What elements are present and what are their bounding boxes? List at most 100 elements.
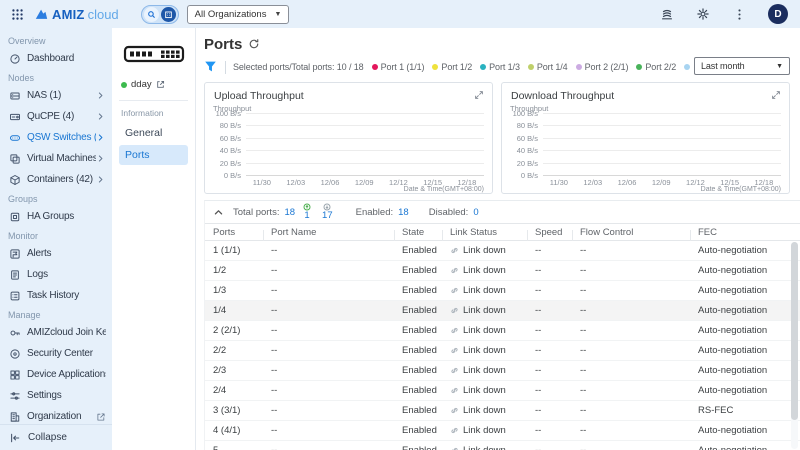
collapse-table-chevron-icon[interactable]	[213, 207, 224, 218]
sidebar-item-organization[interactable]: Organization	[0, 406, 112, 424]
org-selector-dropdown[interactable]: All Organizations ▼	[187, 5, 290, 24]
sidebar-item-label: Security Center	[27, 348, 106, 359]
cell-flow-control: --	[572, 305, 690, 316]
cell-flow-control: --	[572, 285, 690, 296]
link-status-icon	[450, 386, 459, 395]
chevron-right-icon	[96, 154, 106, 164]
cell-port-name: --	[263, 445, 394, 450]
table-row-port-2-2[interactable]: 2/2--EnabledLink down----Auto-negotiatio…	[205, 341, 800, 361]
legend-dot-icon	[372, 64, 378, 70]
nas-icon	[9, 89, 22, 102]
cell-link-status: Link down	[442, 345, 527, 356]
link-status-icon	[450, 366, 459, 375]
chart-plot-area: 100 B/s80 B/s60 B/s40 B/s20 B/s0 B/s	[213, 113, 484, 175]
port-legend-chip-port-1-2[interactable]: Port 1/2	[432, 62, 472, 72]
device-row[interactable]: dday	[119, 79, 188, 90]
sidebar-item-virtual-machines-2[interactable]: Virtual Machines (2)	[0, 148, 112, 169]
refresh-icon[interactable]	[248, 38, 261, 51]
user-avatar[interactable]: D	[768, 4, 788, 24]
cell-flow-control: --	[572, 345, 690, 356]
cell-flow-control: --	[572, 325, 690, 336]
port-legend-chip-port-2-3[interactable]: Port 2/3	[684, 62, 690, 72]
table-row-port-5[interactable]: 5--EnabledLink down----Auto-negotiation	[205, 441, 800, 450]
table-row-port-2-3[interactable]: 2/3--EnabledLink down----Auto-negotiatio…	[205, 361, 800, 381]
cell-ports: 2 (2/1)	[205, 325, 263, 336]
table-row-port-1-2[interactable]: 1/2--EnabledLink down----Auto-negotiatio…	[205, 261, 800, 281]
sidebar-item-alerts[interactable]: Alerts	[0, 243, 112, 264]
port-legend-chip-port-2-2-1[interactable]: Port 2 (2/1)	[576, 62, 629, 72]
org-selector-value: All Organizations	[195, 9, 267, 20]
time-range-dropdown[interactable]: Last month ▼	[694, 57, 790, 75]
page-title: Ports	[204, 36, 242, 53]
expand-chart-icon[interactable]	[771, 90, 781, 100]
sidebar-item-qsw-switches-3[interactable]: QSW Switches (3)	[0, 127, 112, 148]
sidebar-section-monitor: Monitor	[0, 227, 112, 243]
port-legend-chip-port-2-2[interactable]: Port 2/2	[636, 62, 676, 72]
kebab-menu-icon[interactable]	[730, 5, 748, 23]
sidebar-item-label: Containers (42)	[27, 174, 96, 185]
filter-funnel-icon[interactable]	[204, 60, 218, 74]
sidebar-item-label: HA Groups	[27, 211, 106, 222]
sidebar-item-security-center[interactable]: Security Center	[0, 343, 112, 364]
sidebar-collapse-button[interactable]: Collapse	[0, 424, 112, 450]
device-menu-item-ports[interactable]: Ports	[119, 145, 188, 165]
y-tick-label: 100 B/s	[510, 109, 538, 118]
sidebar-item-ha-groups[interactable]: HA Groups	[0, 206, 112, 227]
table-row-port-1-1-1[interactable]: 1 (1/1)--EnabledLink down----Auto-negoti…	[205, 241, 800, 261]
cell-ports: 2/3	[205, 365, 263, 376]
app-launcher-icon[interactable]	[8, 5, 26, 23]
sidebar-item-logs[interactable]: Logs	[0, 264, 112, 285]
top-bar: AMIZcloud All Organizations ▼ D	[0, 0, 800, 28]
cell-fec: Auto-negotiation	[690, 365, 800, 376]
table-scrollbar-thumb[interactable]	[791, 242, 798, 420]
sidebar-item-task-history[interactable]: Task History	[0, 285, 112, 306]
table-row-port-3-3-1[interactable]: 3 (3/1)--EnabledLink down----RS-FEC	[205, 401, 800, 421]
sidebar-item-label: Alerts	[27, 248, 106, 259]
link-status-icon	[450, 306, 459, 315]
table-row-port-2-2-1[interactable]: 2 (2/1)--EnabledLink down----Auto-negoti…	[205, 321, 800, 341]
port-legend-chip-port-1-3[interactable]: Port 1/3	[480, 62, 520, 72]
external-link-icon[interactable]	[156, 80, 165, 89]
link-status-icon	[450, 346, 459, 355]
device-menu-item-general[interactable]: General	[119, 123, 188, 143]
table-row-port-2-4[interactable]: 2/4--EnabledLink down----Auto-negotiatio…	[205, 381, 800, 401]
table-scrollbar-track[interactable]	[791, 242, 798, 449]
settings-gear-icon[interactable]	[694, 5, 712, 23]
search-org-toggle[interactable]	[141, 5, 179, 24]
search-icon[interactable]	[144, 7, 159, 22]
activity-queue-icon[interactable]	[658, 5, 676, 23]
y-tick-label: 60 B/s	[213, 134, 241, 143]
sidebar-item-nas-1[interactable]: NAS (1)	[0, 85, 112, 106]
sidebar-item-containers-42[interactable]: Containers (42)	[0, 169, 112, 190]
link-up-count: 1	[303, 203, 311, 221]
link-status-icon	[450, 406, 459, 415]
amiz-cloud-logo[interactable]: AMIZcloud	[34, 7, 119, 22]
cell-port-name: --	[263, 425, 394, 436]
legend-label: Port 1/2	[441, 62, 472, 72]
port-legend-chip-port-1-1-1[interactable]: Port 1 (1/1)	[372, 62, 425, 72]
sidebar-item-label: Logs	[27, 269, 106, 280]
chart-title: Download Throughput	[511, 90, 614, 102]
cell-speed: --	[527, 305, 572, 316]
table-row-port-4-4-1[interactable]: 4 (4/1)--EnabledLink down----Auto-negoti…	[205, 421, 800, 441]
table-row-port-1-3[interactable]: 1/3--EnabledLink down----Auto-negotiatio…	[205, 281, 800, 301]
sidebar-item-settings[interactable]: Settings	[0, 385, 112, 406]
expand-chart-icon[interactable]	[474, 90, 484, 100]
column-header-link-status: Link Status	[442, 227, 527, 238]
cell-ports: 1 (1/1)	[205, 245, 263, 256]
table-row-port-1-4[interactable]: 1/4--EnabledLink down----Auto-negotiatio…	[205, 301, 800, 321]
sidebar-item-dashboard[interactable]: Dashboard	[0, 48, 112, 69]
link-status-icon	[450, 286, 459, 295]
brand-light: cloud	[88, 7, 119, 22]
cell-port-name: --	[263, 305, 394, 316]
sidebar-item-amizcloud-join-keys[interactable]: AMIZcloud Join Keys	[0, 322, 112, 343]
device-apps-icon	[9, 368, 22, 381]
sidebar-item-device-applications[interactable]: Device Applications	[0, 364, 112, 385]
chart-plot-area: 100 B/s80 B/s60 B/s40 B/s20 B/s0 B/s	[510, 113, 781, 175]
cell-speed: --	[527, 405, 572, 416]
organization-toggle-icon[interactable]	[161, 7, 176, 22]
port-legend-chip-port-1-4[interactable]: Port 1/4	[528, 62, 568, 72]
sidebar-item-qucpe-4[interactable]: QuCPE (4)	[0, 106, 112, 127]
cell-fec: Auto-negotiation	[690, 325, 800, 336]
y-tick-label: 40 B/s	[213, 146, 241, 155]
